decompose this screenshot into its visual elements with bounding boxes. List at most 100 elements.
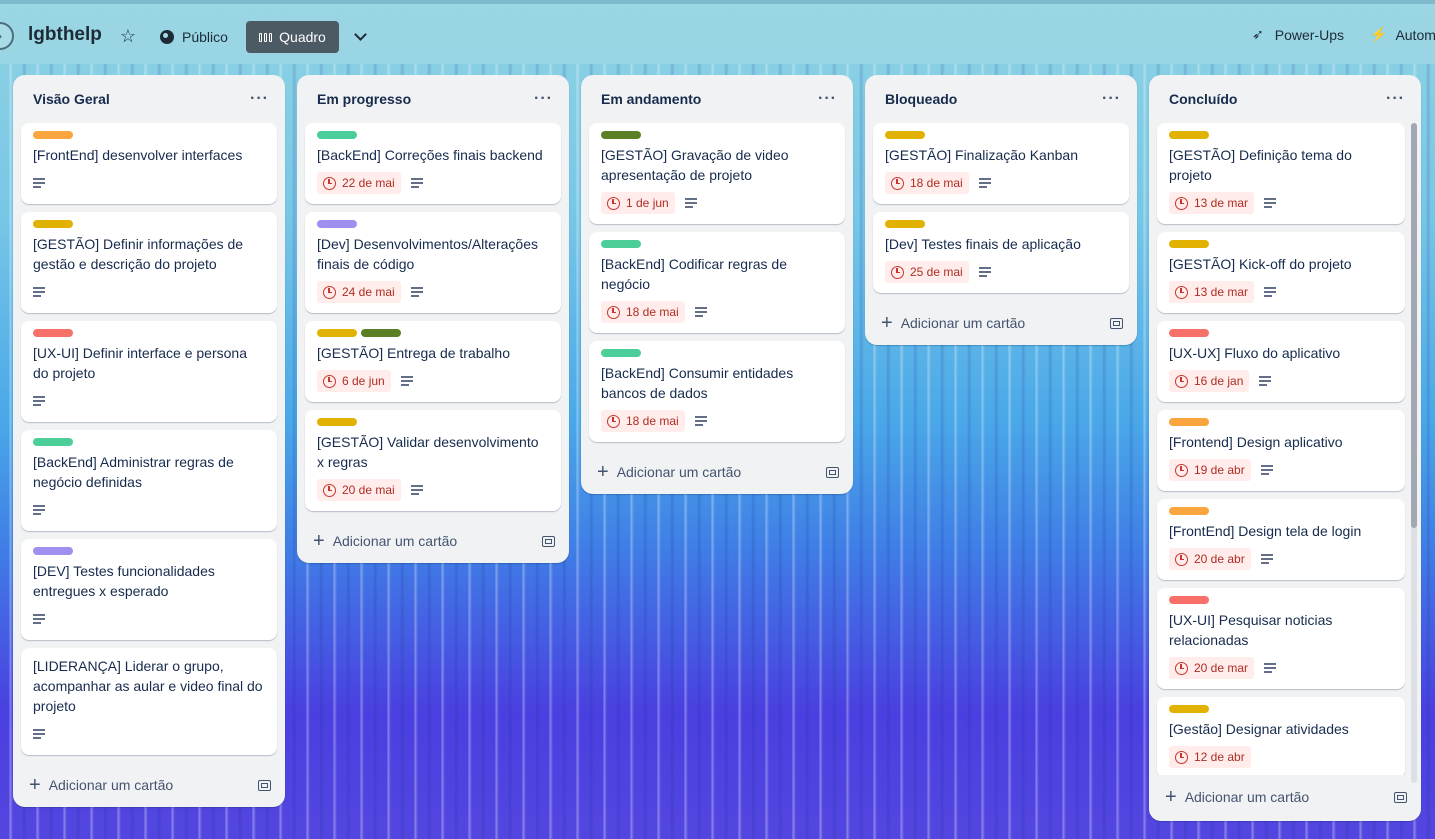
card-template-icon[interactable]: [826, 466, 839, 478]
card[interactable]: [BackEnd] Consumir entidades bancos de d…: [589, 341, 845, 442]
due-date-badge[interactable]: 13 de mar: [1169, 192, 1255, 214]
due-date-text: 12 de abr: [1194, 750, 1245, 764]
card-template-icon[interactable]: [1394, 791, 1407, 803]
list-title[interactable]: Em progresso: [317, 91, 411, 107]
add-card-button[interactable]: + Adicionar um cartão: [597, 462, 741, 482]
card[interactable]: [UX-UI] Definir interface e persona do p…: [21, 321, 277, 422]
due-date-badge[interactable]: 18 de mai: [885, 172, 969, 194]
card-label-orange[interactable]: [33, 131, 73, 139]
card-label-purple[interactable]: [33, 547, 73, 555]
description-icon: [1260, 554, 1273, 564]
list-menu-icon[interactable]: ···: [1386, 91, 1405, 107]
card-label-yellow[interactable]: [885, 131, 925, 139]
card-label-yellow[interactable]: [1169, 240, 1209, 248]
add-card-button[interactable]: + Adicionar um cartão: [29, 775, 173, 795]
list-title[interactable]: Bloqueado: [885, 91, 957, 107]
due-date-badge[interactable]: 22 de mai: [317, 172, 401, 194]
card-label-red[interactable]: [1169, 329, 1209, 337]
star-icon[interactable]: ☆: [118, 26, 138, 46]
due-date-badge[interactable]: 16 de jan: [1169, 370, 1250, 392]
due-date-badge[interactable]: 20 de abr: [1169, 548, 1251, 570]
due-date-badge[interactable]: 13 de mar: [1169, 281, 1255, 303]
card-label-yellow[interactable]: [885, 220, 925, 228]
card-template-icon[interactable]: [258, 779, 271, 791]
due-date-badge[interactable]: 18 de mai: [601, 410, 685, 432]
list-menu-icon[interactable]: ···: [818, 91, 837, 107]
card[interactable]: [GESTÃO] Validar desenvolvimento x regra…: [305, 410, 561, 511]
add-card-button[interactable]: + Adicionar um cartão: [1165, 787, 1309, 807]
card[interactable]: [Dev] Desenvolvimentos/Alterações finais…: [305, 212, 561, 313]
card[interactable]: [UX-UX] Fluxo do aplicativo 16 de jan: [1157, 321, 1405, 402]
card[interactable]: [Gestão] Designar atividades 12 de abr: [1157, 697, 1405, 775]
list-menu-icon[interactable]: ···: [250, 91, 269, 107]
clock-icon: [607, 305, 620, 319]
automation-button[interactable]: ⚡ Automa: [1370, 26, 1435, 43]
card[interactable]: [GESTÃO] Definição tema do projeto 13 de …: [1157, 123, 1405, 224]
rocket-icon: ➶: [1252, 26, 1264, 42]
card-label-yellow[interactable]: [33, 220, 73, 228]
list-menu-icon[interactable]: ···: [534, 91, 553, 107]
due-date-badge[interactable]: 24 de mai: [317, 281, 401, 303]
card[interactable]: [FrontEnd] Design tela de login 20 de abr: [1157, 499, 1405, 580]
card[interactable]: [GESTÃO] Entrega de trabalho 6 de jun: [305, 321, 561, 402]
card-label-red[interactable]: [1169, 596, 1209, 604]
card-label-green[interactable]: [601, 240, 641, 248]
card-labels: [601, 240, 833, 248]
card-label-red[interactable]: [33, 329, 73, 337]
card-template-icon[interactable]: [1110, 317, 1123, 329]
list-title[interactable]: Em andamento: [601, 91, 701, 107]
card[interactable]: [BackEnd] Codificar regras de negócio 18 …: [589, 232, 845, 333]
due-date-badge[interactable]: 20 de mar: [1169, 657, 1255, 679]
due-date-badge[interactable]: 18 de mai: [601, 301, 685, 323]
card[interactable]: [GESTÃO] Gravação de video apresentação …: [589, 123, 845, 224]
list-menu-icon[interactable]: ···: [1102, 91, 1121, 107]
card-title: [FrontEnd] Design tela de login: [1169, 523, 1362, 539]
card-label-orange[interactable]: [1169, 507, 1209, 515]
card[interactable]: [LIDERANÇA] Liderar o grupo, acompanhar …: [21, 648, 277, 755]
card[interactable]: [BackEnd] Administrar regras de negócio …: [21, 430, 277, 531]
card-label-orange[interactable]: [1169, 418, 1209, 426]
card-label-green[interactable]: [601, 349, 641, 357]
card[interactable]: [GESTÃO] Kick-off do projeto 13 de mar: [1157, 232, 1405, 313]
card[interactable]: [BackEnd] Correções finais backend 22 de …: [305, 123, 561, 204]
card[interactable]: [GESTÃO] Finalização Kanban 18 de mai: [873, 123, 1129, 204]
card-label-green[interactable]: [33, 438, 73, 446]
add-card-button[interactable]: + Adicionar um cartão: [313, 531, 457, 551]
due-date-badge[interactable]: 1 de jun: [601, 192, 675, 214]
card-labels: [317, 131, 549, 139]
sidebar-toggle-button[interactable]: ›: [0, 22, 14, 50]
card[interactable]: [DEV] Testes funcionalidades entregues x…: [21, 539, 277, 640]
list-scrollbar[interactable]: [1411, 123, 1417, 783]
board-view-button[interactable]: Quadro: [246, 21, 339, 53]
card-label-dark_green[interactable]: [361, 329, 401, 337]
card-badges: 19 de abr: [1169, 458, 1393, 482]
card-label-dark_green[interactable]: [601, 131, 641, 139]
card[interactable]: [UX-UI] Pesquisar noticias relacionadas 2…: [1157, 588, 1405, 689]
card[interactable]: [Dev] Testes finais de aplicação 25 de ma…: [873, 212, 1129, 293]
due-date-badge[interactable]: 12 de abr: [1169, 746, 1251, 768]
list-title[interactable]: Concluído: [1169, 91, 1237, 107]
card-label-green[interactable]: [317, 131, 357, 139]
card[interactable]: [Frontend] Design aplicativo 19 de abr: [1157, 410, 1405, 491]
card-label-yellow[interactable]: [1169, 131, 1209, 139]
due-date-badge[interactable]: 25 de mai: [885, 261, 969, 283]
card[interactable]: [FrontEnd] desenvolver interfaces: [21, 123, 277, 204]
board-title[interactable]: lgbthelp: [28, 24, 102, 46]
card-labels: [33, 329, 265, 337]
card-label-yellow[interactable]: [317, 418, 357, 426]
visibility-button[interactable]: Público: [160, 24, 228, 50]
card-template-icon[interactable]: [542, 535, 555, 547]
scrollbar-thumb[interactable]: [1411, 123, 1417, 528]
due-date-badge[interactable]: 20 de mai: [317, 479, 401, 501]
due-date-badge[interactable]: 19 de abr: [1169, 459, 1251, 481]
view-switcher-button[interactable]: [348, 24, 372, 50]
card-label-yellow[interactable]: [317, 329, 357, 337]
list-title[interactable]: Visão Geral: [33, 91, 110, 107]
card-label-purple[interactable]: [317, 220, 357, 228]
due-date-badge[interactable]: 6 de jun: [317, 370, 391, 392]
card-label-yellow[interactable]: [1169, 705, 1209, 713]
card-labels: [1169, 596, 1393, 604]
add-card-button[interactable]: + Adicionar um cartão: [881, 313, 1025, 333]
card[interactable]: [GESTÃO] Definir informações de gestão e…: [21, 212, 277, 313]
powerups-button[interactable]: ➶ Power-Ups: [1252, 26, 1344, 43]
